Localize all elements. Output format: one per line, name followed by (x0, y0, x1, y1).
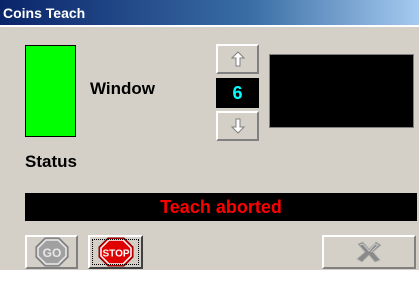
window-title: Coins Teach (3, 5, 86, 21)
x-close-icon (356, 241, 382, 263)
arrow-down-icon (230, 118, 245, 134)
stop-label: STOP (102, 249, 129, 260)
go-button[interactable]: GO (25, 235, 78, 269)
status-label: Status (25, 152, 77, 171)
title-bar[interactable]: Coins Teach (0, 0, 419, 27)
go-octagon-icon: GO (35, 237, 68, 267)
window-increment-button[interactable] (216, 44, 259, 74)
stop-button[interactable]: STOP (88, 235, 143, 269)
window-display-panel (269, 54, 414, 128)
window-value-display: 6 (216, 78, 259, 108)
close-button[interactable] (322, 235, 416, 269)
status-indicator (25, 45, 76, 137)
status-message-bar: Teach aborted (25, 193, 417, 221)
go-label: GO (42, 246, 61, 260)
window-decrement-button[interactable] (216, 111, 259, 141)
stop-octagon-icon: STOP (98, 237, 133, 267)
window-label: Window (90, 79, 155, 98)
arrow-up-icon (230, 51, 245, 67)
coins-teach-window: Coins Teach Window Status 6 Teach aborte… (0, 0, 419, 270)
